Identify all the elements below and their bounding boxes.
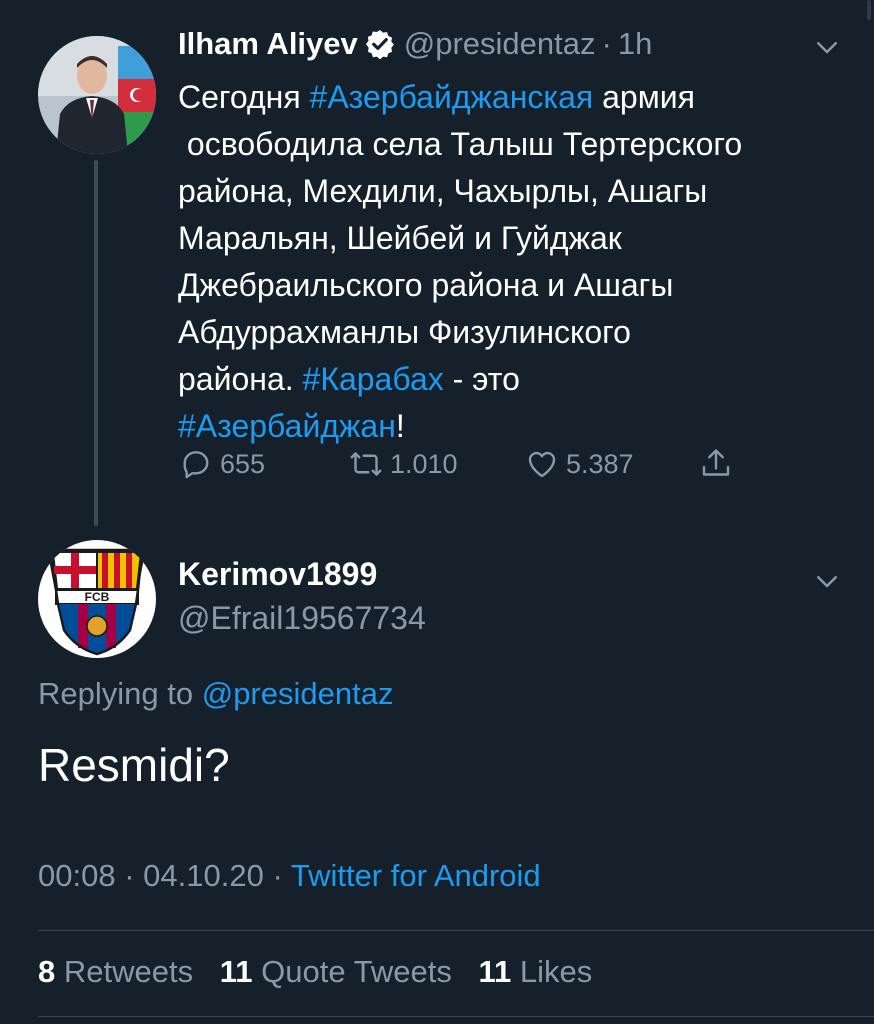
- quotes-count: 11: [219, 954, 253, 989]
- separator: ·: [272, 858, 283, 893]
- likes-count: 11: [478, 954, 512, 989]
- hashtag-link[interactable]: #Карабах: [303, 361, 444, 397]
- replying-prefix: Replying to: [38, 676, 194, 711]
- chevron-down-icon[interactable]: [812, 32, 842, 62]
- tweet-text-line: освободила села Талыш Тертерского: [178, 121, 850, 168]
- crest-text: FCB: [85, 590, 110, 604]
- retweets-count: 8: [38, 954, 56, 989]
- chevron-down-icon[interactable]: [812, 566, 842, 596]
- tweet-text-line: Маральян, Шейбей и Гуйджак: [178, 215, 850, 262]
- reply-count: 655: [220, 448, 266, 479]
- tweet-text-line: #Азербайджан!: [178, 403, 850, 450]
- divider: [38, 930, 874, 931]
- avatar[interactable]: [38, 36, 156, 154]
- reply-button[interactable]: 655: [178, 446, 265, 482]
- verified-badge-icon: [365, 30, 394, 60]
- divider: [38, 1016, 874, 1017]
- tweet-time[interactable]: 1h: [618, 26, 652, 62]
- reply-icon: [183, 451, 209, 479]
- likes-stat[interactable]: 11 Likes: [478, 954, 592, 989]
- replying-to: Replying to @presidentaz: [38, 676, 393, 712]
- tweet-stats: 8 Retweets 11 Quote Tweets 11 Likes: [38, 954, 610, 990]
- tweet-text-line: Джебраильского района и Ашагы: [178, 262, 850, 309]
- share-icon: [702, 449, 730, 476]
- tweet-text-segment: !: [395, 408, 405, 444]
- tweet-text-line: района. #Карабах - это: [178, 356, 850, 403]
- tweet-text-segment: Абдуррахманлы Физулинского: [178, 314, 631, 350]
- scrollbar[interactable]: [867, 0, 871, 20]
- fcb-crest-image: FCB: [38, 540, 156, 658]
- tweet-text-segment: - это: [443, 361, 520, 397]
- tweet-text-segment: освободила села Талыш Тертерского: [178, 126, 743, 162]
- like-icon: [528, 451, 556, 478]
- like-button[interactable]: 5.387: [524, 446, 634, 482]
- thread-line: [94, 160, 98, 526]
- source-link[interactable]: Twitter for Android: [291, 858, 541, 893]
- tweet-text: Сегодня #Азербайджанская армия освободил…: [178, 74, 850, 450]
- quotes-label: Quote Tweets: [261, 954, 452, 989]
- tweet-text-segment: Джебраильского района и Ашагы: [178, 267, 674, 303]
- retweet-count: 1.010: [390, 448, 458, 479]
- tweet-actions: 655 1.010 5.387: [178, 446, 758, 486]
- separator: ·: [124, 858, 135, 893]
- tweet-header: Ilham Aliyev @presidentaz · 1h: [178, 26, 652, 62]
- retweets-label: Retweets: [63, 954, 194, 989]
- avatar[interactable]: FCB: [38, 540, 156, 658]
- separator: ·: [601, 26, 612, 61]
- author-handle[interactable]: @presidentaz: [404, 26, 596, 62]
- retweets-stat[interactable]: 8 Retweets: [38, 954, 193, 989]
- tweet-date: 04.10.20: [143, 858, 264, 893]
- quotes-stat[interactable]: 11 Quote Tweets: [220, 954, 452, 989]
- author-handle[interactable]: @Efrail19567734: [178, 600, 426, 637]
- tweet-text-segment: района, Мехдили, Чахырлы, Ашагы: [178, 173, 708, 209]
- tweet-text-segment: армия: [593, 79, 695, 115]
- hashtag-link[interactable]: #Азербайджанская: [310, 79, 594, 115]
- author-name[interactable]: Kerimov1899: [178, 556, 377, 593]
- retweet-button[interactable]: 1.010: [348, 446, 458, 482]
- share-button[interactable]: [698, 446, 740, 482]
- tweet-text-line: Абдуррахманлы Физулинского: [178, 309, 850, 356]
- tweet-meta: 00:08 · 04.10.20 · Twitter for Android: [38, 858, 541, 894]
- likes-label: Likes: [519, 954, 593, 989]
- tweet-text-line: Сегодня #Азербайджанская армия: [178, 74, 850, 121]
- replying-handle-link[interactable]: @presidentaz: [202, 676, 394, 711]
- profile-photo: [38, 36, 156, 154]
- tweet-text-segment: Сегодня: [178, 79, 310, 115]
- retweet-icon: [350, 452, 382, 476]
- tweet-text-segment: Маральян, Шейбей и Гуйджак: [178, 220, 622, 256]
- author-name[interactable]: Ilham Aliyev: [178, 26, 358, 62]
- tweet-text-line: района, Мехдили, Чахырлы, Ашагы: [178, 168, 850, 215]
- tweet-time: 00:08: [38, 858, 116, 893]
- tweet-text-segment: района.: [178, 361, 303, 397]
- like-count: 5.387: [566, 448, 634, 479]
- hashtag-link[interactable]: #Азербайджан: [178, 408, 396, 444]
- tweet-text: Resmidi?: [38, 739, 230, 791]
